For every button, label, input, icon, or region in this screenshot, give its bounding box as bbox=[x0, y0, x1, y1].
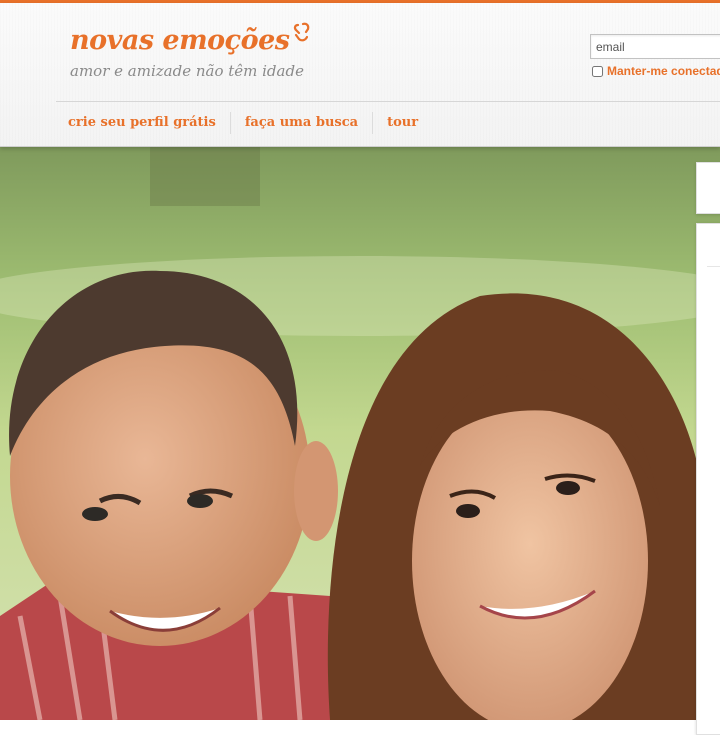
nav-search[interactable]: faça uma busca bbox=[233, 110, 370, 136]
remember-me-checkbox[interactable] bbox=[592, 65, 603, 77]
panel-divider bbox=[707, 266, 720, 267]
nav-divider bbox=[56, 101, 720, 102]
remember-me[interactable]: Manter-me conectado bbox=[592, 64, 720, 78]
email-field[interactable] bbox=[590, 34, 720, 59]
side-panel-top bbox=[696, 162, 720, 214]
site-logo[interactable]: novas emoções bbox=[70, 25, 290, 56]
nav-separator bbox=[372, 112, 374, 134]
hero-couple-image bbox=[0, 146, 720, 720]
main-nav: crie seu perfil grátis faça uma busca to… bbox=[56, 110, 430, 136]
nav-separator bbox=[229, 112, 231, 134]
logo-hearts-icon bbox=[293, 22, 310, 42]
side-panel-main bbox=[696, 223, 720, 735]
nav-create-profile[interactable]: crie seu perfil grátis bbox=[56, 110, 228, 136]
hero-photo bbox=[0, 146, 720, 720]
nav-tour[interactable]: tour bbox=[375, 110, 430, 136]
site-header: novas emoções amor e amizade não têm ida… bbox=[0, 3, 720, 147]
site-tagline: amor e amizade não têm idade bbox=[70, 62, 304, 80]
remember-me-label: Manter-me conectado bbox=[607, 64, 720, 78]
